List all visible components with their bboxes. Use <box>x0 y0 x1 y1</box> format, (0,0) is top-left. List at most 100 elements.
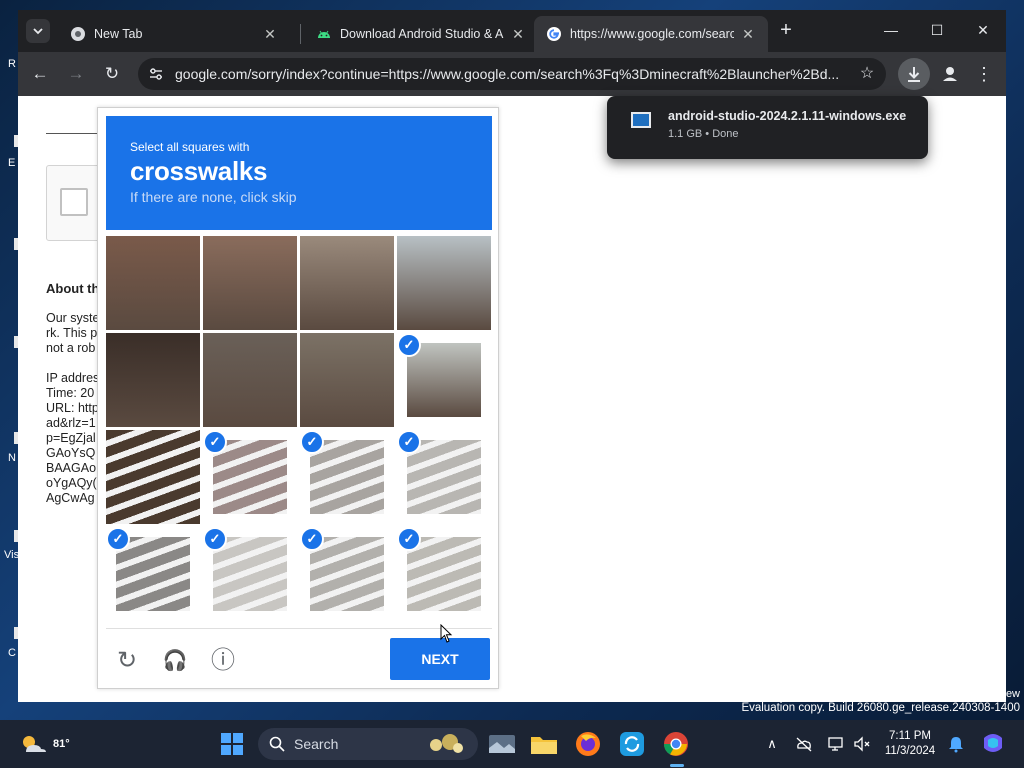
tile-image <box>407 440 481 514</box>
maximize-button[interactable]: ☐ <box>922 18 952 42</box>
tile-image <box>213 440 287 514</box>
system-clock[interactable]: 7:11 PM 11/3/2024 <box>878 729 942 759</box>
page-text-line: BAAGAo <box>46 461 97 475</box>
tab-close-icon[interactable]: ✕ <box>262 26 278 43</box>
image-tile[interactable] <box>106 430 200 524</box>
tab-title: https://www.google.com/searcl <box>570 27 734 41</box>
page-text-line: Our syste <box>46 311 100 325</box>
recaptcha-checkbox[interactable] <box>60 188 88 216</box>
mouse-cursor-icon <box>440 624 453 643</box>
search-icon <box>269 736 285 752</box>
info-icon[interactable]: ⓘ <box>208 646 238 676</box>
tile-check-icon: ✓ <box>300 527 324 551</box>
image-tile[interactable] <box>397 236 491 330</box>
chrome-taskbar-icon[interactable] <box>660 728 692 760</box>
sync-app-icon[interactable] <box>616 728 648 760</box>
image-tile[interactable]: ✓ <box>203 527 297 621</box>
evaluation-watermark: Evaluation copy. Build 26080.ge_release.… <box>741 702 1020 714</box>
photos-app-icon[interactable] <box>486 728 518 760</box>
page-text-line: not a rob <box>46 341 96 355</box>
copilot-icon[interactable] <box>980 730 1006 756</box>
tab-close-icon[interactable]: ✕ <box>510 26 526 43</box>
tile-image <box>106 236 200 330</box>
image-tile[interactable] <box>106 236 200 330</box>
reload-challenge-icon[interactable]: ↻ <box>112 646 142 676</box>
tile-image <box>407 537 481 611</box>
tray-overflow-chevron-icon[interactable]: ∧ <box>762 734 782 754</box>
page-text-line: p=EgZjal <box>46 431 96 445</box>
chevron-down-icon <box>33 28 43 35</box>
taskbar-search[interactable]: Search <box>258 728 478 760</box>
watermark-fragment: ew <box>1005 688 1020 700</box>
image-tile[interactable] <box>203 333 297 427</box>
reload-button[interactable]: ↻ <box>98 60 126 88</box>
image-tile[interactable] <box>300 333 394 427</box>
address-bar[interactable]: google.com/sorry/index?continue=https://… <box>138 58 886 90</box>
desktop-icon-strip: R E N Vis C <box>0 0 19 720</box>
chrome-menu-icon[interactable]: ⋮ <box>972 60 996 88</box>
tab-strip: New Tab ✕ Download Android Studio & Ap ✕… <box>18 10 1006 52</box>
page-text-line: URL: http <box>46 401 99 415</box>
tab-divider <box>300 24 301 44</box>
weather-temperature: 81° <box>53 738 70 750</box>
image-tile[interactable] <box>300 236 394 330</box>
minimize-button[interactable]: — <box>876 18 906 42</box>
new-tab-button[interactable]: + <box>774 18 798 42</box>
page-text-line: Time: 20 <box>46 386 95 400</box>
taskbar: 81° Search ∧ 7:11 PM 11/3/2024 <box>0 720 1024 768</box>
image-tile[interactable]: ✓ <box>397 430 491 524</box>
file-explorer-icon[interactable] <box>528 728 560 760</box>
site-settings-icon[interactable] <box>148 66 164 82</box>
image-tile[interactable] <box>106 333 200 427</box>
tile-image <box>300 333 394 427</box>
bookmark-star-icon[interactable]: ☆ <box>856 63 878 85</box>
tab-google-search[interactable]: https://www.google.com/searcl ✕ <box>534 16 768 52</box>
tile-image <box>203 236 297 330</box>
downloads-button[interactable] <box>898 58 930 90</box>
volume-muted-icon[interactable] <box>852 734 872 754</box>
page-text-line: AgCwAg <box>46 491 95 505</box>
image-tile[interactable]: ✓ <box>106 527 200 621</box>
tile-check-icon: ✓ <box>300 430 324 454</box>
page-text-line: rk. This p <box>46 326 98 340</box>
tile-check-icon: ✓ <box>397 333 421 357</box>
image-tile[interactable]: ✓ <box>300 430 394 524</box>
chrome-icon <box>71 27 85 41</box>
image-tile[interactable]: ✓ <box>203 430 297 524</box>
download-status: 1.1 GB • Done <box>668 128 739 140</box>
audio-challenge-icon[interactable]: 🎧 <box>160 646 190 676</box>
active-app-indicator <box>670 764 684 767</box>
download-filename[interactable]: android-studio-2024.2.1.11-windows.exe <box>668 109 906 123</box>
close-window-button[interactable]: ✕ <box>968 18 998 42</box>
tile-check-icon: ✓ <box>203 527 227 551</box>
tile-check-icon: ✓ <box>397 527 421 551</box>
tile-image <box>310 537 384 611</box>
image-tile[interactable]: ✓ <box>300 527 394 621</box>
firefox-icon[interactable] <box>572 728 604 760</box>
back-button[interactable]: ← <box>26 60 54 88</box>
cloud-offline-icon[interactable] <box>794 734 814 754</box>
tab-new-tab[interactable]: New Tab ✕ <box>58 16 290 52</box>
network-icon[interactable] <box>826 734 846 754</box>
tab-search-button[interactable] <box>26 19 50 43</box>
profile-avatar-icon[interactable] <box>936 60 964 88</box>
download-bubble[interactable]: android-studio-2024.2.1.11-windows.exe 1… <box>607 96 928 159</box>
file-icon <box>631 112 651 128</box>
windows-start-icon[interactable] <box>216 728 248 760</box>
image-tile[interactable] <box>203 236 297 330</box>
page-text-line: IP addres <box>46 371 100 385</box>
next-button[interactable]: NEXT <box>390 638 490 680</box>
challenge-hint: If there are none, click skip <box>130 189 297 205</box>
tab-close-icon[interactable]: ✕ <box>740 26 756 43</box>
challenge-keyword: crosswalks <box>130 156 268 186</box>
image-tile[interactable]: ✓ <box>397 333 491 427</box>
notification-bell-icon[interactable] <box>946 734 966 754</box>
tile-check-icon: ✓ <box>397 430 421 454</box>
url-text[interactable]: google.com/sorry/index?continue=https://… <box>175 66 855 82</box>
weather-widget[interactable]: 81° <box>20 730 70 758</box>
image-tile[interactable]: ✓ <box>397 527 491 621</box>
clock-time: 7:11 PM <box>889 730 931 742</box>
tab-android-studio[interactable]: Download Android Studio & Ap ✕ <box>304 16 538 52</box>
forward-button[interactable]: → <box>62 60 90 88</box>
challenge-instruction: Select all squares with <box>130 140 250 154</box>
